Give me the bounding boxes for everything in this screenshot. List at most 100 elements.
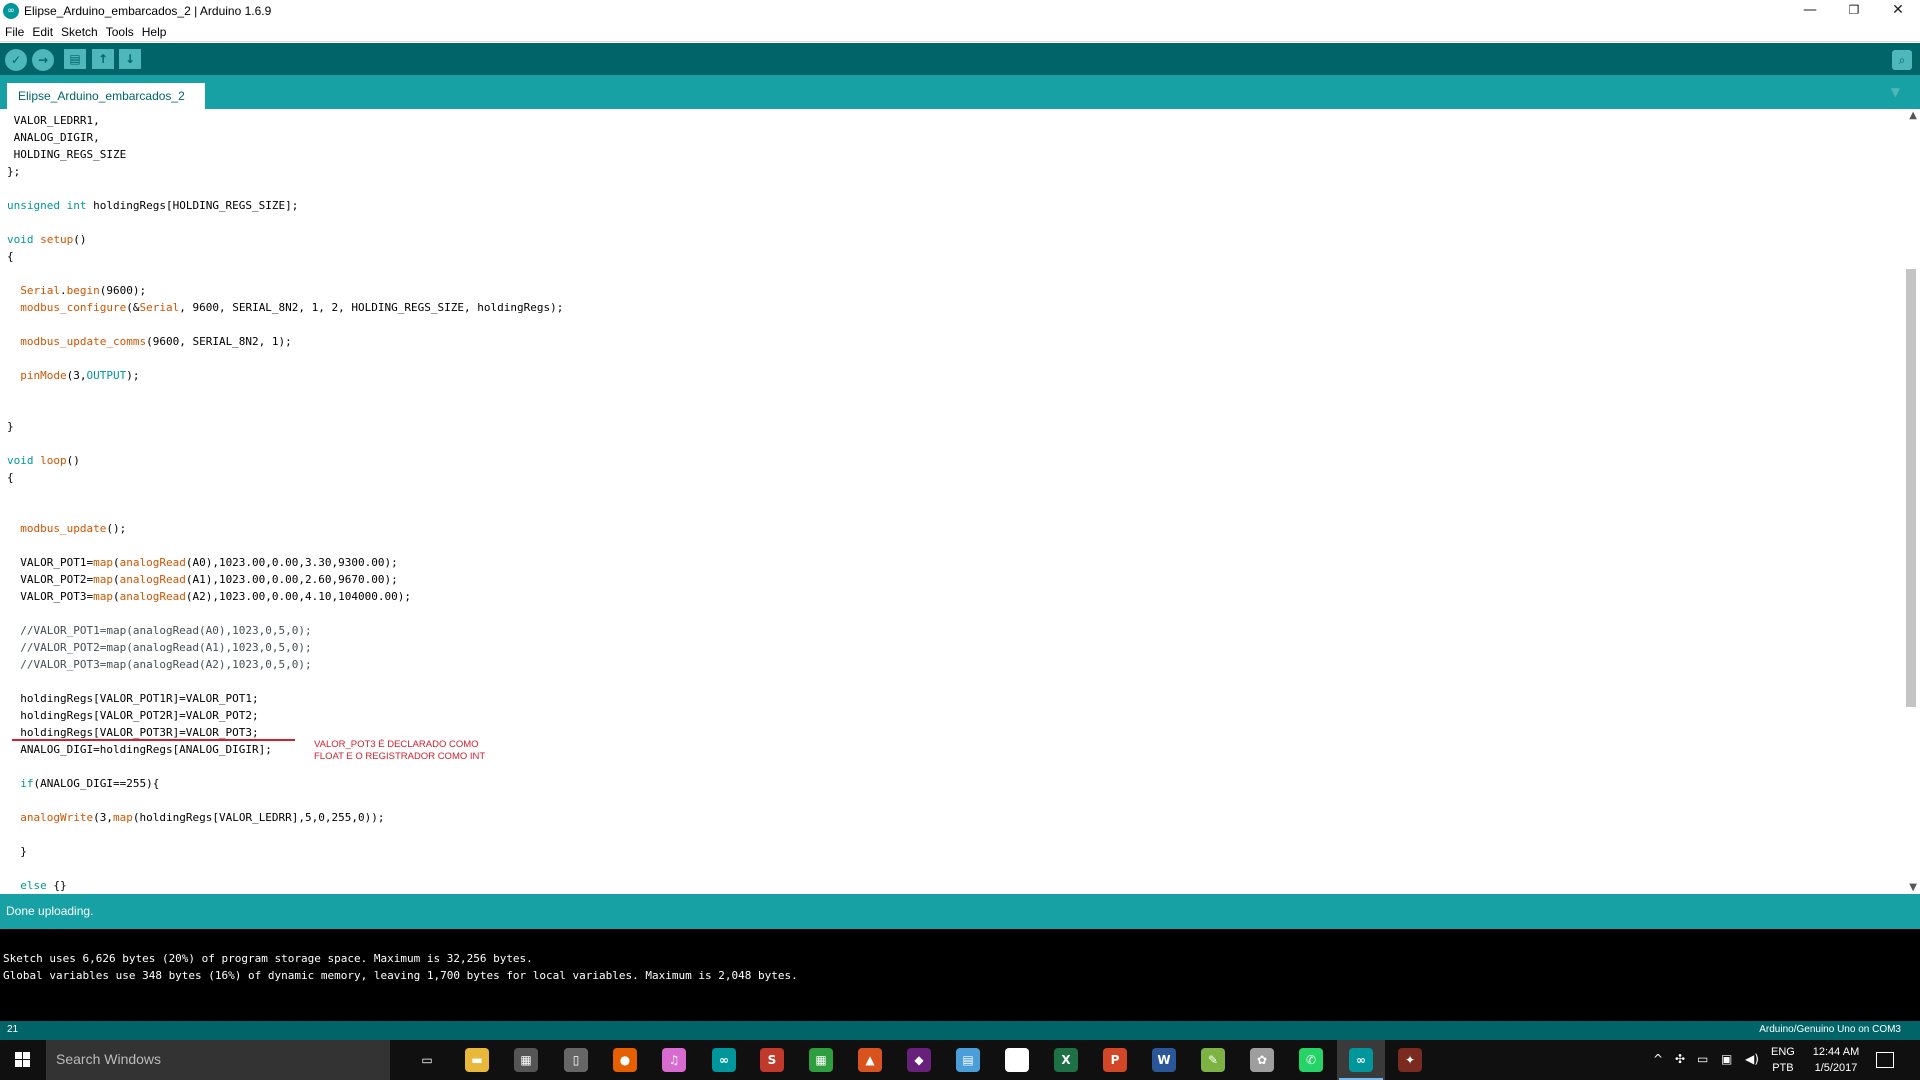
menu-file[interactable]: File	[5, 25, 24, 39]
maximize-button[interactable]: ❐	[1832, 0, 1876, 22]
code-line[interactable]	[7, 401, 563, 418]
start-button[interactable]	[0, 1040, 46, 1080]
tab-menu-icon[interactable]: ▼	[1891, 85, 1900, 99]
code-line[interactable]: VALOR_POT1=map(analogRead(A0),1023.00,0.…	[7, 554, 563, 571]
code-line[interactable]: void setup()	[7, 231, 563, 248]
code-line[interactable]: analogWrite(3,map(holdingRegs[VALOR_LEDR…	[7, 809, 563, 826]
network-icon[interactable]: ▣	[1721, 1052, 1732, 1066]
code-line[interactable]	[7, 214, 563, 231]
paint-icon[interactable]: ✿	[1250, 1048, 1274, 1072]
code-line[interactable]: VALOR_LEDRR1,	[7, 112, 563, 129]
phone-icon[interactable]: ▯	[564, 1048, 588, 1072]
code-line[interactable]: }	[7, 843, 563, 860]
minimize-button[interactable]: —	[1788, 0, 1832, 22]
code-line[interactable]: HOLDING_REGS_SIZE	[7, 146, 563, 163]
battery-icon[interactable]: ▭	[1697, 1052, 1708, 1066]
code-line[interactable]: {	[7, 248, 563, 265]
code-line[interactable]	[7, 826, 563, 843]
menu-sketch[interactable]: Sketch	[61, 25, 98, 39]
scroll-up-icon[interactable]: ▲	[1909, 110, 1917, 121]
scroll-down-icon[interactable]: ▼	[1909, 882, 1917, 893]
code-editor[interactable]: VALOR_LEDRR1, ANALOG_DIGIR, HOLDING_REGS…	[0, 109, 1920, 894]
code-line[interactable]: //VALOR_POT3=map(analogRead(A2),1023,0,5…	[7, 656, 563, 673]
code-line[interactable]: void loop()	[7, 452, 563, 469]
elipse-icon[interactable]: ✦	[1398, 1048, 1422, 1072]
code-line[interactable]: holdingRegs[VALOR_POT1R]=VALOR_POT1;	[7, 690, 563, 707]
vertical-scrollbar[interactable]: ▲ ▼	[1903, 109, 1920, 894]
notes-icon[interactable]: ▤	[956, 1048, 980, 1072]
code-line[interactable]: //VALOR_POT2=map(analogRead(A1),1023,0,5…	[7, 639, 563, 656]
code-line[interactable]	[7, 860, 563, 877]
calculator-icon[interactable]: ▦	[514, 1048, 538, 1072]
console-line-2: Global variables use 348 bytes (16%) of …	[3, 969, 798, 982]
menu-help[interactable]: Help	[142, 25, 167, 39]
code-line[interactable]	[7, 537, 563, 554]
code-line[interactable]	[7, 265, 563, 282]
code-line[interactable]	[7, 503, 563, 520]
menu-edit[interactable]: Edit	[32, 25, 53, 39]
volume-icon[interactable]: ◀)	[1745, 1052, 1759, 1066]
save-sketch-button[interactable]: ↓	[119, 49, 141, 69]
code-token: HOLDING_REGS_SIZE	[7, 148, 127, 161]
code-line[interactable]: holdingRegs[VALOR_POT2R]=VALOR_POT2;	[7, 707, 563, 724]
verify-button[interactable]: ✓	[5, 49, 27, 71]
code-line[interactable]: if(ANALOG_DIGI==255){	[7, 775, 563, 792]
visual-studio-icon[interactable]: ◆	[907, 1048, 931, 1072]
code-line[interactable]: modbus_update();	[7, 520, 563, 537]
code-line[interactable]: pinMode(3,OUTPUT);	[7, 367, 563, 384]
file-explorer-icon[interactable]: ▬	[465, 1048, 489, 1072]
action-center-icon[interactable]	[1876, 1052, 1894, 1068]
code-line[interactable]: }	[7, 418, 563, 435]
code-line[interactable]	[7, 180, 563, 197]
code-line[interactable]: {	[7, 469, 563, 486]
solitaire-icon[interactable]: ♠	[1005, 1048, 1029, 1072]
open-sketch-button[interactable]: ↑	[92, 49, 114, 69]
console-output[interactable]: Sketch uses 6,626 bytes (20%) of program…	[0, 929, 1920, 1021]
code-line[interactable]	[7, 486, 563, 503]
powerpoint-icon[interactable]: P	[1103, 1048, 1127, 1072]
code-line[interactable]: unsigned int holdingRegs[HOLDING_REGS_SI…	[7, 197, 563, 214]
code-line[interactable]	[7, 350, 563, 367]
serial-monitor-button[interactable]: ⌕	[1892, 50, 1912, 70]
scrollbar-thumb[interactable]	[1906, 269, 1916, 707]
code-line[interactable]: else {}	[7, 877, 563, 894]
code-content[interactable]: VALOR_LEDRR1, ANALOG_DIGIR, HOLDING_REGS…	[7, 112, 563, 894]
code-line[interactable]	[7, 605, 563, 622]
code-line[interactable]: ANALOG_DIGIR,	[7, 129, 563, 146]
code-line[interactable]	[7, 384, 563, 401]
matlab-icon[interactable]: ▲	[858, 1048, 882, 1072]
notepad-icon[interactable]: ✎	[1201, 1048, 1225, 1072]
code-line[interactable]: VALOR_POT2=map(analogRead(A1),1023.00,0.…	[7, 571, 563, 588]
status-bar: Done uploading.	[0, 894, 1920, 929]
code-line[interactable]	[7, 792, 563, 809]
upload-button[interactable]: →	[32, 49, 54, 71]
arduino-active-icon[interactable]: ∞	[1349, 1048, 1373, 1072]
code-line[interactable]: modbus_configure(&Serial, 9600, SERIAL_8…	[7, 299, 563, 316]
arduino-icon[interactable]: ∞	[712, 1048, 736, 1072]
excel-icon[interactable]: X	[1054, 1048, 1078, 1072]
tray-network-apps-icon[interactable]: ✣	[1675, 1052, 1685, 1066]
code-line[interactable]	[7, 316, 563, 333]
close-button[interactable]: ✕	[1876, 0, 1920, 22]
clock[interactable]: 12:44 AM 1/5/2017	[1806, 1044, 1866, 1076]
matlab-stateflow-icon[interactable]: S	[760, 1048, 784, 1072]
code-line[interactable]: modbus_update_comms(9600, SERIAL_8N2, 1)…	[7, 333, 563, 350]
taskbar-search[interactable]: Search Windows	[46, 1040, 390, 1080]
code-line[interactable]	[7, 435, 563, 452]
code-line[interactable]: VALOR_POT3=map(analogRead(A2),1023.00,0.…	[7, 588, 563, 605]
language-indicator[interactable]: ENG PTB	[1771, 1044, 1795, 1076]
code-line[interactable]: //VALOR_POT1=map(analogRead(A0),1023,0,5…	[7, 622, 563, 639]
store-icon[interactable]: ▦	[809, 1048, 833, 1072]
firefox-icon[interactable]: ●	[613, 1048, 637, 1072]
new-sketch-button[interactable]: ▤	[64, 49, 86, 69]
code-line[interactable]: Serial.begin(9600);	[7, 282, 563, 299]
task-view-icon[interactable]: ▭	[415, 1048, 439, 1072]
menu-tools[interactable]: Tools	[106, 25, 134, 39]
tab-sketch[interactable]: Elipse_Arduino_embarcados_2	[7, 83, 205, 109]
itunes-icon[interactable]: ♫	[662, 1048, 686, 1072]
code-line[interactable]	[7, 673, 563, 690]
word-icon[interactable]: W	[1152, 1048, 1176, 1072]
code-line[interactable]: };	[7, 163, 563, 180]
tray-chevron-icon[interactable]: ^	[1653, 1052, 1663, 1066]
whatsapp-icon[interactable]: ✆	[1299, 1048, 1323, 1072]
